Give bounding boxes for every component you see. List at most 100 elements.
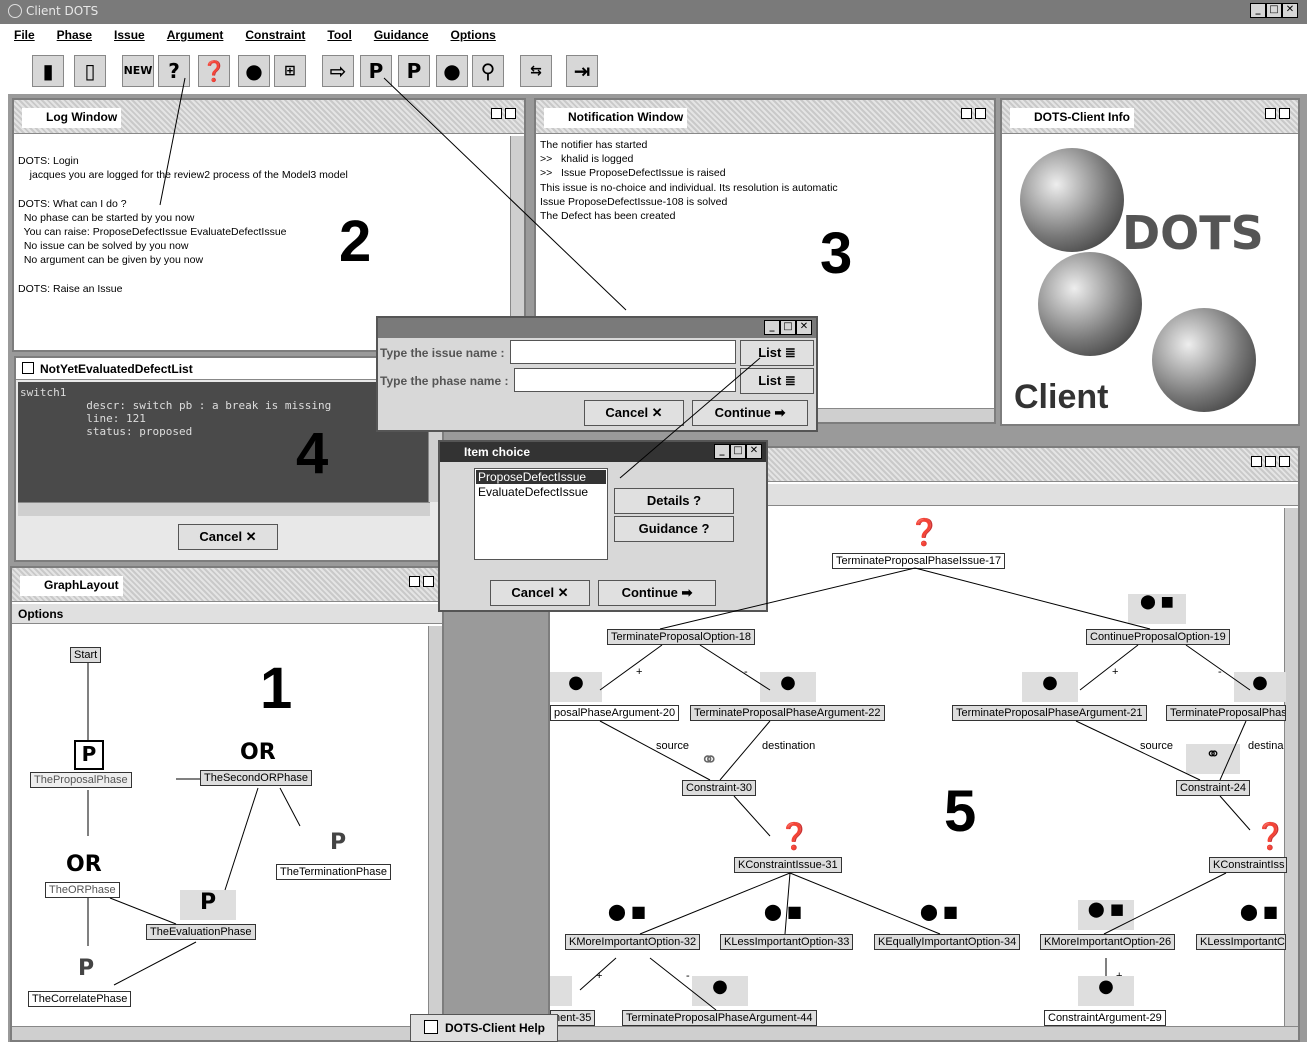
tree-node-17[interactable]: TerminateProposalPhaseIssue-17 — [832, 553, 1006, 569]
toolbar — [0, 50, 1307, 94]
maximize-icon[interactable]: □ — [780, 320, 796, 335]
tree-node-22[interactable]: TerminateProposalPhaseArgument-22 — [690, 705, 885, 721]
tree-node-24[interactable]: Constraint-24 — [1176, 780, 1251, 796]
tree-node-27[interactable]: KLessImportantC — [1196, 934, 1286, 950]
constraint-link-icon[interactable]: ⚲ — [472, 55, 504, 87]
issue-continue-button[interactable]: Continue ➡ — [692, 400, 808, 426]
phase-list-button[interactable]: List ≣ — [740, 368, 814, 394]
edge-label-minus: - — [744, 666, 748, 678]
tree-node-32[interactable]: KMoreImportantOption-32 — [565, 934, 701, 950]
item-cancel-button[interactable]: Cancel ✕ — [490, 580, 590, 606]
tree-node-44[interactable]: TerminateProposalPhaseArgument-44 — [622, 1010, 817, 1026]
tree-node-18[interactable]: TerminateProposalOption-18 — [607, 629, 756, 645]
details-button[interactable]: Details ? — [614, 488, 734, 514]
graph-node-correlate[interactable]: TheCorrelatePhase — [28, 991, 132, 1007]
tree-node-23[interactable]: TerminateProposalPhas — [1166, 705, 1286, 721]
exit-icon[interactable]: ⇥ — [566, 55, 598, 87]
tree-node-20[interactable]: posalPhaseArgument-20 — [550, 705, 680, 721]
minimize-icon[interactable] — [1265, 108, 1276, 119]
minimize-icon[interactable] — [1251, 456, 1262, 467]
maximize-icon[interactable] — [505, 108, 516, 119]
maximize-icon[interactable]: □ — [1266, 3, 1282, 18]
graph-hscrollbar[interactable] — [12, 1026, 442, 1040]
tree-vscrollbar[interactable] — [1284, 508, 1298, 1026]
issue-icon[interactable]: ❓ — [198, 55, 230, 87]
graph-node-or[interactable]: TheORPhase — [45, 882, 120, 898]
argument-icon: ● — [692, 976, 748, 1006]
defect-list-content: switch1 descr: switch pb : a break is mi… — [18, 382, 430, 502]
close-icon[interactable]: ✕ — [1282, 3, 1298, 18]
menu-constraint[interactable]: Constraint — [245, 28, 305, 48]
tree-node-31[interactable]: KConstraintIssue-31 — [734, 857, 842, 873]
list-item[interactable]: ProposeDefectIssue — [476, 470, 606, 484]
minimize-icon[interactable] — [409, 576, 420, 587]
notification-window-title: Notification Window — [544, 108, 688, 128]
edge-label-destination: destination — [762, 740, 816, 752]
graph-node-start[interactable]: Start — [70, 647, 102, 663]
defect-cancel-button[interactable]: Cancel ✕ — [178, 524, 278, 550]
tree-hscrollbar[interactable] — [550, 1026, 1298, 1040]
menu-file[interactable]: File — [14, 28, 35, 48]
menu-phase[interactable]: Phase — [57, 28, 92, 48]
close-icon[interactable]: ✕ — [746, 444, 762, 459]
phase-name-input[interactable] — [514, 368, 736, 392]
tree-node-29[interactable]: ConstraintArgument-29 — [1044, 1010, 1166, 1026]
tree-node-30[interactable]: Constraint-30 — [682, 780, 757, 796]
maximize-icon[interactable] — [1265, 456, 1276, 467]
list-item[interactable]: EvaluateDefectIssue — [476, 485, 590, 499]
sphere-logo-icon — [1152, 308, 1256, 412]
issue-icon: ❓ — [778, 822, 811, 852]
maximize-icon[interactable]: □ — [730, 444, 746, 459]
log-window-controls — [491, 108, 516, 119]
defect-hscrollbar[interactable] — [18, 502, 430, 516]
log-window: Log Window DOTS: Login jacques you are l… — [12, 98, 526, 352]
door-icon[interactable]: ▮ — [32, 55, 64, 87]
remove-issue-icon[interactable]: P — [398, 55, 430, 87]
minimize-icon[interactable]: _ — [764, 320, 780, 335]
new-book-icon[interactable]: NEW — [122, 55, 154, 87]
minimize-icon[interactable]: _ — [714, 444, 730, 459]
tree-node-31b[interactable]: KConstraintIss — [1209, 857, 1287, 873]
minimize-icon[interactable]: _ — [1250, 3, 1266, 18]
tree-icon[interactable]: ⊞ — [274, 55, 306, 87]
add-issue-icon[interactable]: P — [360, 55, 392, 87]
menu-issue[interactable]: Issue — [114, 28, 145, 48]
new-file-icon[interactable]: ▯ — [74, 55, 106, 87]
graph-node-evaluation[interactable]: TheEvaluationPhase — [146, 924, 256, 940]
edge-label-source: source — [656, 740, 690, 752]
graph-node-termination[interactable]: TheTerminationPhase — [276, 864, 392, 880]
guidance-button[interactable]: Guidance ? — [614, 516, 734, 542]
maximize-icon[interactable] — [1279, 108, 1290, 119]
tree-node-26[interactable]: KMoreImportantOption-26 — [1040, 934, 1176, 950]
close-icon[interactable] — [1279, 456, 1290, 467]
argument-icon[interactable]: ● — [238, 55, 270, 87]
menu-options[interactable]: Options — [451, 28, 496, 48]
graph-node-proposal[interactable]: TheProposalPhase — [30, 772, 132, 788]
log-window-title: Log Window — [22, 108, 122, 128]
tree-node-33[interactable]: KLessImportantOption-33 — [720, 934, 854, 950]
tree-node-34[interactable]: KEquallyImportantOption-34 — [874, 934, 1021, 950]
maximize-icon[interactable] — [423, 576, 434, 587]
graph-options-menu[interactable]: Options — [12, 604, 442, 624]
option-icon: ⬤ ■ — [1078, 900, 1134, 930]
minimize-icon[interactable] — [961, 108, 972, 119]
menu-argument[interactable]: Argument — [167, 28, 224, 48]
add-argument-icon[interactable]: ● — [436, 55, 468, 87]
issue-name-input[interactable] — [510, 340, 736, 364]
defect-list-title: NotYetEvaluatedDefectList — [40, 362, 193, 376]
tree-node-19[interactable]: ContinueProposalOption-19 — [1086, 629, 1230, 645]
menu-guidance[interactable]: Guidance — [374, 28, 429, 48]
reorganize-icon[interactable]: ⇆ — [520, 55, 552, 87]
issue-cancel-button[interactable]: Cancel ✕ — [584, 400, 684, 426]
graph-node-second-or[interactable]: TheSecondORPhase — [200, 770, 312, 786]
issue-list-button[interactable]: List ≣ — [740, 340, 814, 366]
menu-tool[interactable]: Tool — [327, 28, 351, 48]
graph-vscrollbar[interactable] — [428, 626, 442, 1026]
item-continue-button[interactable]: Continue ➡ — [598, 580, 716, 606]
minimize-icon[interactable] — [491, 108, 502, 119]
arrow-icon[interactable]: ⇨ — [322, 55, 354, 87]
close-icon[interactable]: ✕ — [796, 320, 812, 335]
help-question-icon[interactable]: ? — [158, 55, 190, 87]
maximize-icon[interactable] — [975, 108, 986, 119]
tree-node-21[interactable]: TerminateProposalPhaseArgument-21 — [952, 705, 1147, 721]
